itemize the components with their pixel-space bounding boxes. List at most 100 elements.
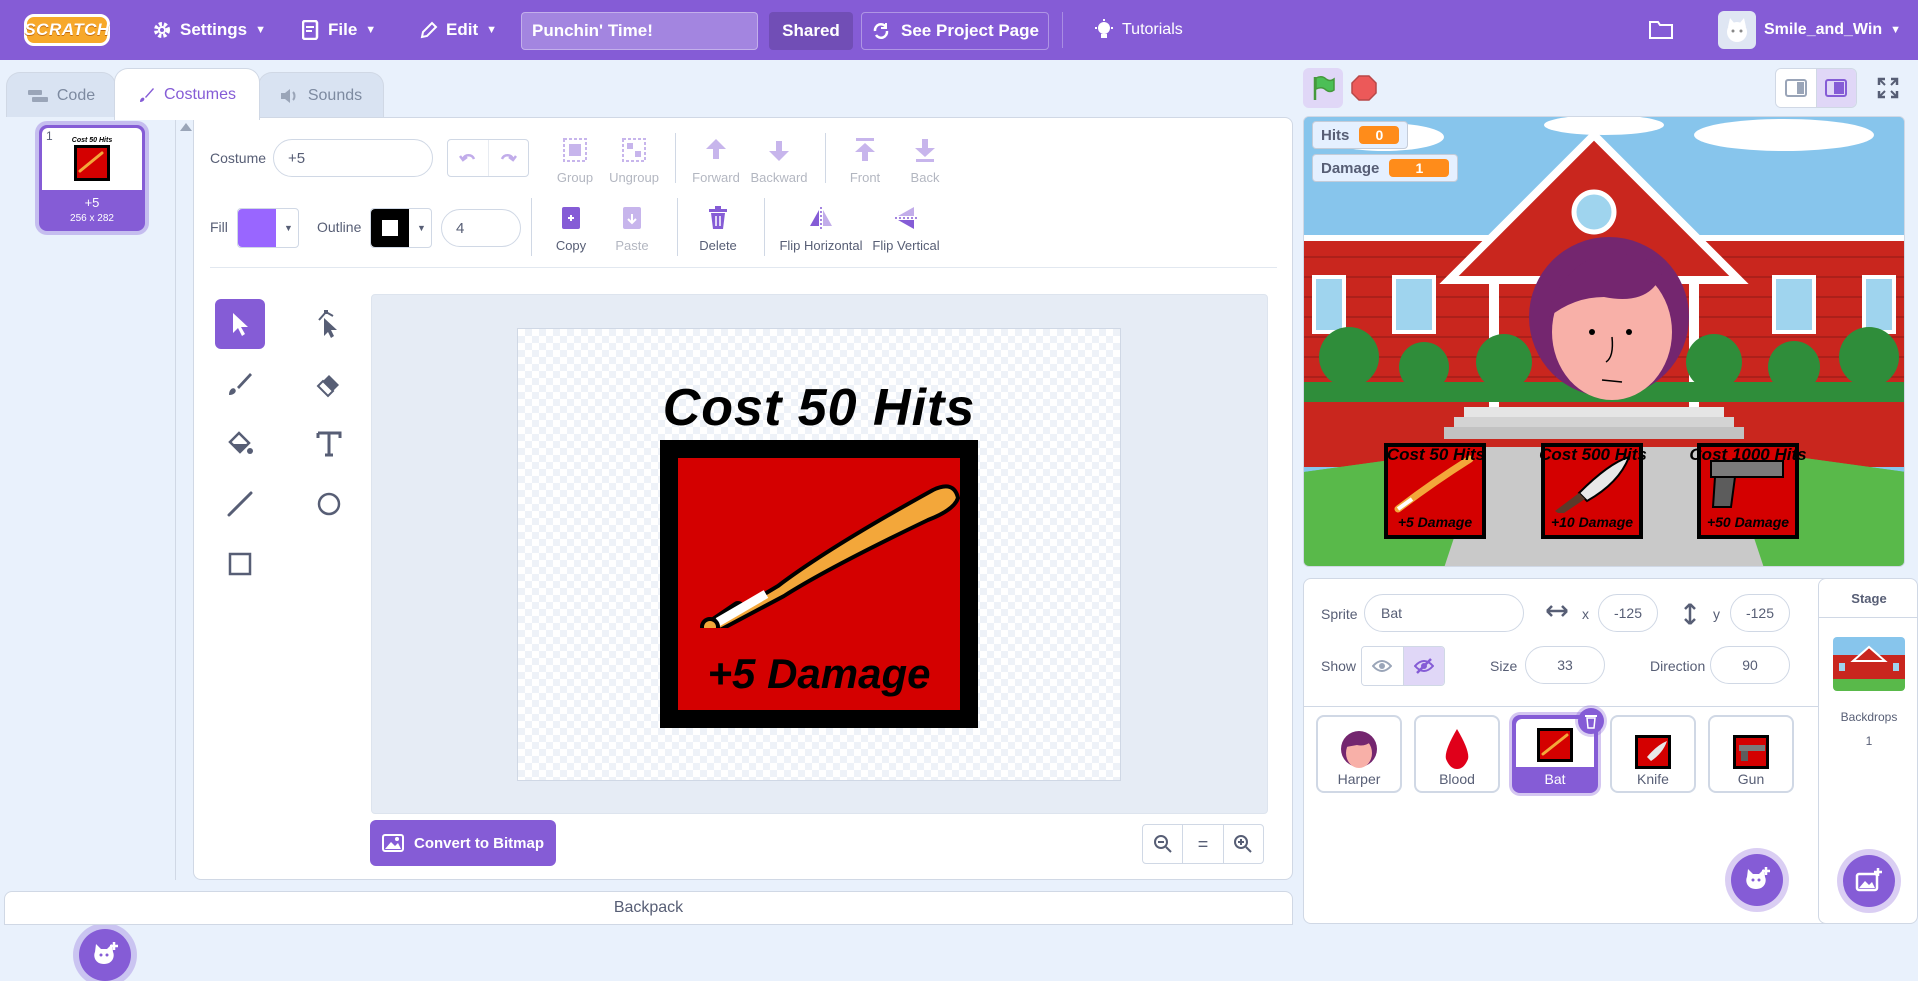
eye-icon xyxy=(1372,660,1393,672)
stage-selector-panel[interactable]: Stage Backdrops 1 xyxy=(1818,578,1918,924)
cat-add-icon xyxy=(1746,867,1770,889)
toolbar-divider xyxy=(764,198,765,256)
tutorials-button[interactable]: Tutorials xyxy=(1094,0,1183,60)
tab-costumes[interactable]: Costumes xyxy=(114,68,260,120)
x-position-input[interactable]: -125 xyxy=(1598,594,1658,632)
vertical-arrows-icon xyxy=(1683,603,1697,628)
stage-title: Stage xyxy=(1851,591,1887,606)
sprite-tile-knife[interactable]: Knife xyxy=(1610,715,1696,793)
rectangle-tool[interactable] xyxy=(215,539,265,589)
delete-sprite-button[interactable] xyxy=(1578,708,1604,734)
large-stage-button[interactable] xyxy=(1816,69,1856,107)
front-button[interactable]: Front xyxy=(846,136,884,185)
zoom-reset-button[interactable]: = xyxy=(1183,825,1224,863)
line-tool[interactable] xyxy=(215,479,265,529)
sprite-name-input[interactable]: Bat xyxy=(1364,594,1524,632)
eraser-tool[interactable] xyxy=(304,359,354,409)
project-title-input[interactable]: Punchin' Time! xyxy=(521,12,758,50)
sprite-tile-gun[interactable]: Gun xyxy=(1708,715,1794,793)
costume-size: 256 x 282 xyxy=(70,213,114,224)
hide-sprite-button[interactable] xyxy=(1403,647,1444,685)
paste-button[interactable]: Paste xyxy=(612,204,652,253)
brush-tool[interactable] xyxy=(215,359,265,409)
costume-name-input[interactable]: +5 xyxy=(273,139,433,177)
refresh-icon xyxy=(873,23,889,39)
file-menu[interactable]: File ▼ xyxy=(302,0,376,60)
backward-button[interactable]: Backward xyxy=(748,136,810,185)
zoom-out-button[interactable] xyxy=(1143,825,1184,863)
stage-canvas[interactable]: Cost 50 Hits Cost 500 Hits Cost 1000 Hit… xyxy=(1303,116,1905,567)
toolbar-divider xyxy=(825,133,826,183)
show-sprite-button[interactable] xyxy=(1362,647,1404,685)
shared-button[interactable]: Shared xyxy=(769,12,853,50)
monitor-label: Hits xyxy=(1321,126,1350,144)
sprite-tile-harper[interactable]: Harper xyxy=(1316,715,1402,793)
variable-monitor-damage[interactable]: Damage 1 xyxy=(1312,154,1459,182)
fill-color-picker[interactable]: ▼ xyxy=(237,208,299,248)
outline-width-input[interactable]: 4 xyxy=(441,209,521,247)
select-tool[interactable] xyxy=(215,299,265,349)
size-label: Size xyxy=(1490,658,1518,674)
my-stuff-folder-icon[interactable] xyxy=(1648,18,1674,43)
edit-menu[interactable]: Edit ▼ xyxy=(420,0,497,60)
convert-to-bitmap-button[interactable]: Convert to Bitmap xyxy=(370,820,556,866)
undo-button[interactable] xyxy=(448,140,489,176)
sprite-tile-blood[interactable]: Blood xyxy=(1414,715,1500,793)
variable-monitor-hits[interactable]: Hits 0 xyxy=(1312,121,1409,149)
redo-button[interactable] xyxy=(489,140,529,176)
editor-divider xyxy=(210,267,1277,268)
flip-horizontal-button[interactable]: Flip Horizontal xyxy=(779,204,863,253)
reshape-tool[interactable] xyxy=(304,299,354,349)
fill-tool[interactable] xyxy=(215,419,265,469)
stop-button[interactable] xyxy=(1350,74,1378,105)
green-flag-button[interactable] xyxy=(1303,68,1343,108)
scroll-up-arrow[interactable] xyxy=(180,123,192,131)
backpack-bar[interactable]: Backpack xyxy=(4,891,1293,925)
account-menu[interactable]: Smile_and_Win ▼ xyxy=(1718,0,1901,60)
group-icon xyxy=(563,138,587,162)
x-label: x xyxy=(1582,606,1589,622)
group-button[interactable]: Group xyxy=(554,136,596,185)
sprite-name: Harper xyxy=(1337,771,1381,787)
rectangle-icon xyxy=(228,552,252,576)
choose-sprite-button[interactable] xyxy=(1731,854,1783,906)
front-label: Front xyxy=(849,170,881,185)
costume-name: +5 xyxy=(84,195,100,210)
back-button[interactable]: Back xyxy=(906,136,944,185)
menu-divider xyxy=(1062,12,1063,48)
toolbar-divider xyxy=(677,198,678,256)
toolbar-divider xyxy=(675,133,676,183)
fullscreen-button[interactable] xyxy=(1868,68,1908,108)
tab-sounds[interactable]: Sounds xyxy=(258,72,384,118)
costume-frame[interactable]: +5 Damage xyxy=(660,440,978,728)
tab-code[interactable]: Code xyxy=(6,72,116,118)
costume-tile[interactable]: 1 Cost 50 Hits +5 256 x 282 xyxy=(39,125,145,231)
ungroup-icon xyxy=(622,138,646,162)
delete-button[interactable]: Delete xyxy=(696,204,740,253)
see-project-page-button[interactable]: See Project Page xyxy=(861,12,1049,50)
copy-icon xyxy=(562,207,580,229)
y-position-input[interactable]: -125 xyxy=(1730,594,1790,632)
ungroup-label: Ungroup xyxy=(609,170,659,185)
direction-input[interactable]: 90 xyxy=(1710,646,1790,684)
ungroup-button[interactable]: Ungroup xyxy=(604,136,664,185)
small-stage-button[interactable] xyxy=(1776,69,1817,107)
settings-menu[interactable]: Settings ▼ xyxy=(152,0,266,60)
circle-tool[interactable] xyxy=(304,479,354,529)
paint-bucket-icon xyxy=(228,431,253,454)
copy-button[interactable]: Copy xyxy=(552,204,590,253)
fullscreen-icon xyxy=(1877,77,1899,99)
backdrop-thumbnail xyxy=(1833,637,1905,691)
y-label: y xyxy=(1713,606,1720,622)
outline-color-picker[interactable]: ▼ xyxy=(370,208,432,248)
choose-costume-button[interactable] xyxy=(79,929,131,981)
costume-heading-text[interactable]: Cost 50 Hits xyxy=(517,378,1121,438)
stop-sign-icon xyxy=(1351,75,1377,101)
zoom-in-button[interactable] xyxy=(1224,825,1263,863)
choose-backdrop-button[interactable] xyxy=(1843,855,1895,907)
text-tool[interactable] xyxy=(304,419,354,469)
scratch-logo[interactable]: SCRATCH xyxy=(24,14,110,46)
forward-button[interactable]: Forward xyxy=(690,136,742,185)
flip-vertical-button[interactable]: Flip Vertical xyxy=(871,204,941,253)
size-input[interactable]: 33 xyxy=(1525,646,1605,684)
